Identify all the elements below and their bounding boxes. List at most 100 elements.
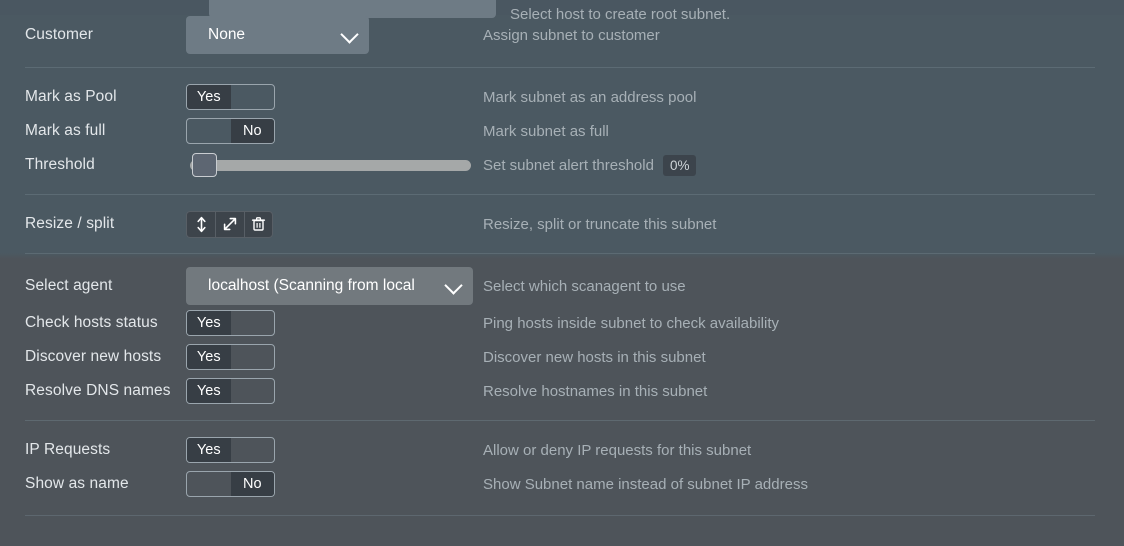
label-ip-requests: IP Requests bbox=[25, 441, 111, 458]
row-select-agent: Select agent localhost (Scanning from lo… bbox=[0, 266, 1124, 306]
row-mark-as-pool: Mark as Pool Yes No Mark subnet as an ad… bbox=[0, 80, 1124, 114]
control-select-agent: localhost (Scanning from local bbox=[186, 267, 483, 305]
description-threshold-text: Set subnet alert threshold bbox=[483, 156, 654, 174]
label-mark-as-full: Mark as full bbox=[25, 122, 106, 139]
description-select-agent-text: Select which scanagent to use bbox=[483, 277, 686, 295]
label-show-as-name: Show as name bbox=[25, 475, 129, 492]
toggle-yes-segment[interactable]: Yes bbox=[187, 119, 231, 143]
chevron-down-icon bbox=[340, 25, 359, 44]
toggle-no-segment[interactable]: No bbox=[230, 472, 274, 496]
toggle-yes-segment[interactable]: Yes bbox=[187, 345, 231, 369]
customer-select-value: None bbox=[208, 26, 246, 43]
description-resize-split-text: Resize, split or truncate this subnet bbox=[483, 215, 717, 233]
control-discover-new-hosts: Yes No bbox=[186, 344, 483, 370]
toggle-no-segment[interactable]: No bbox=[231, 345, 275, 369]
label-threshold: Threshold bbox=[25, 156, 95, 173]
section-divider-1 bbox=[25, 67, 1095, 68]
row-customer: Customer None Assign subnet to customer bbox=[0, 15, 1124, 55]
control-show-as-name: Yes No bbox=[186, 471, 483, 497]
description-show-as-name: Show Subnet name instead of subnet IP ad… bbox=[483, 476, 1124, 493]
toggle-no-segment[interactable]: No bbox=[230, 119, 274, 143]
truncate-button[interactable] bbox=[244, 210, 273, 238]
row-mark-as-full: Mark as full Yes No Mark subnet as full bbox=[0, 114, 1124, 148]
control-mark-as-full: Yes No bbox=[186, 118, 483, 144]
label-resolve-dns-names: Resolve DNS names bbox=[25, 382, 171, 399]
mark-as-full-toggle[interactable]: Yes No bbox=[186, 118, 275, 144]
row-ip-requests: IP Requests Yes No Allow or deny IP requ… bbox=[0, 433, 1124, 467]
subnet-settings-page: Select host to create root subnet. Custo… bbox=[0, 0, 1124, 546]
section-divider-2 bbox=[25, 194, 1095, 195]
threshold-slider[interactable] bbox=[186, 152, 471, 178]
control-ip-requests: Yes No bbox=[186, 437, 483, 463]
toggle-no-segment[interactable]: No bbox=[231, 379, 275, 403]
row-discover-new-hosts: Discover new hosts Yes No Discover new h… bbox=[0, 340, 1124, 374]
description-discover-new-hosts-text: Discover new hosts in this subnet bbox=[483, 348, 706, 366]
description-resize-split: Resize, split or truncate this subnet bbox=[483, 216, 1124, 233]
row-threshold: Threshold Set subnet alert threshold 0% bbox=[0, 148, 1124, 182]
split-button[interactable] bbox=[215, 210, 244, 238]
row-resolve-dns-names: Resolve DNS names Yes No Resolve hostnam… bbox=[0, 374, 1124, 408]
agent-select-value: localhost (Scanning from local bbox=[208, 277, 415, 294]
description-resolve-dns-names-text: Resolve hostnames in this subnet bbox=[483, 382, 708, 400]
threshold-value-badge: 0% bbox=[662, 154, 697, 176]
description-mark-as-full-text: Mark subnet as full bbox=[483, 122, 609, 140]
description-mark-as-pool: Mark subnet as an address pool bbox=[483, 89, 1124, 106]
toggle-yes-segment[interactable]: Yes bbox=[187, 438, 231, 462]
section-divider-3 bbox=[25, 253, 1095, 254]
description-mark-as-pool-text: Mark subnet as an address pool bbox=[483, 88, 697, 106]
settings-form: Customer None Assign subnet to customer … bbox=[0, 15, 1124, 501]
customer-select[interactable]: None bbox=[186, 16, 369, 54]
row-check-hosts-status: Check hosts status Yes No Ping hosts ins… bbox=[0, 306, 1124, 340]
label-select-agent: Select agent bbox=[25, 277, 113, 294]
description-ip-requests-text: Allow or deny IP requests for this subne… bbox=[483, 441, 752, 459]
description-customer: Assign subnet to customer bbox=[483, 27, 1124, 44]
threshold-slider-handle[interactable] bbox=[192, 153, 217, 177]
ip-requests-toggle[interactable]: Yes No bbox=[186, 437, 275, 463]
resolve-dns-names-toggle[interactable]: Yes No bbox=[186, 378, 275, 404]
toggle-yes-segment[interactable]: Yes bbox=[187, 472, 231, 496]
toggle-yes-segment[interactable]: Yes bbox=[187, 311, 231, 335]
resize-split-button-group bbox=[186, 210, 273, 238]
check-hosts-status-toggle[interactable]: Yes No bbox=[186, 310, 275, 336]
split-expand-icon bbox=[222, 216, 238, 232]
discover-new-hosts-toggle[interactable]: Yes No bbox=[186, 344, 275, 370]
mark-as-pool-toggle[interactable]: Yes No bbox=[186, 84, 275, 110]
control-resolve-dns-names: Yes No bbox=[186, 378, 483, 404]
threshold-slider-track[interactable] bbox=[190, 159, 471, 171]
trash-icon bbox=[251, 216, 266, 232]
section-divider-4 bbox=[25, 420, 1095, 421]
description-ip-requests: Allow or deny IP requests for this subne… bbox=[483, 442, 1124, 459]
label-resize-split: Resize / split bbox=[25, 215, 115, 232]
description-resolve-dns-names: Resolve hostnames in this subnet bbox=[483, 383, 1124, 400]
chevron-down-icon bbox=[444, 276, 463, 295]
resize-button[interactable] bbox=[186, 210, 215, 238]
description-mark-as-full: Mark subnet as full bbox=[483, 123, 1124, 140]
toggle-no-segment[interactable]: No bbox=[231, 311, 275, 335]
description-show-as-name-text: Show Subnet name instead of subnet IP ad… bbox=[483, 475, 808, 493]
agent-select[interactable]: localhost (Scanning from local bbox=[186, 267, 473, 305]
control-mark-as-pool: Yes No bbox=[186, 84, 483, 110]
toggle-no-segment[interactable]: No bbox=[231, 438, 275, 462]
toggle-no-segment[interactable]: No bbox=[231, 85, 275, 109]
description-check-hosts-status-text: Ping hosts inside subnet to check availa… bbox=[483, 314, 780, 332]
description-select-agent: Select which scanagent to use bbox=[483, 278, 1124, 295]
show-as-name-toggle[interactable]: Yes No bbox=[186, 471, 275, 497]
description-discover-new-hosts: Discover new hosts in this subnet bbox=[483, 349, 1124, 366]
resize-vertical-icon bbox=[194, 216, 209, 233]
footer-divider bbox=[25, 515, 1095, 516]
label-discover-new-hosts: Discover new hosts bbox=[25, 348, 162, 365]
description-threshold: Set subnet alert threshold 0% bbox=[483, 154, 1124, 176]
row-show-as-name: Show as name Yes No Show Subnet name ins… bbox=[0, 467, 1124, 501]
description-customer-text: Assign subnet to customer bbox=[483, 26, 660, 44]
toggle-yes-segment[interactable]: Yes bbox=[187, 379, 231, 403]
toggle-yes-segment[interactable]: Yes bbox=[187, 85, 231, 109]
row-resize-split: Resize / split Resize, split or truncate… bbox=[0, 207, 1124, 241]
